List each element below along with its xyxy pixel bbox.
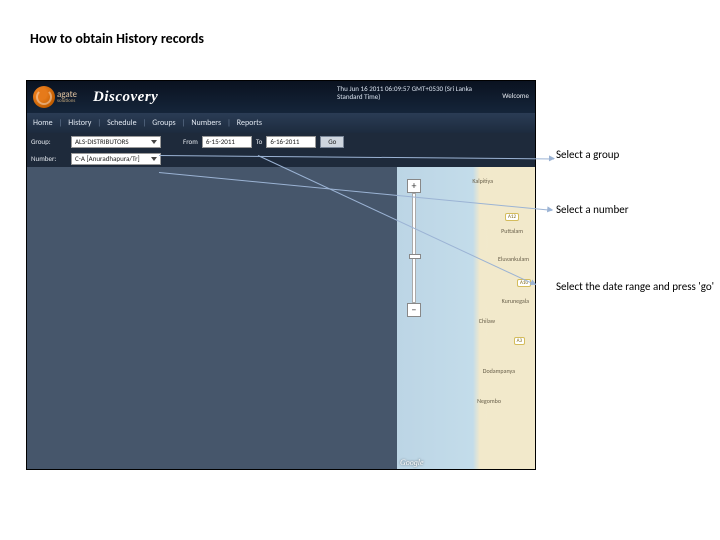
group-select-value: ALS-DISTRIBUTORS: [75, 137, 129, 146]
nav-history[interactable]: History: [68, 118, 91, 128]
header-timestamp: Thu Jun 16 2011 06:09:57 GMT+0530 (Sri L…: [337, 85, 487, 102]
nav-groups[interactable]: Groups: [152, 118, 175, 128]
from-date-input[interactable]: 6-15-2011: [202, 136, 252, 148]
number-select-value: C-A [Anuradhapura/Tr]: [75, 154, 140, 163]
to-label: To: [256, 137, 262, 146]
group-select[interactable]: ALS-DISTRIBUTORS: [71, 136, 161, 148]
map-place: Chilaw: [479, 317, 495, 325]
nav-reports[interactable]: Reports: [237, 118, 262, 128]
zoom-out-button[interactable]: −: [407, 303, 421, 317]
map[interactable]: + − Kalpitiya Puttalam Eluvankulam Chila…: [397, 167, 535, 469]
annotation-daterange: Select the date range and press 'go': [556, 280, 714, 294]
sep: |: [97, 118, 101, 128]
nav-home[interactable]: Home: [33, 118, 53, 128]
sep: |: [227, 118, 231, 128]
map-attribution: Google: [400, 458, 424, 467]
zoom-in-button[interactable]: +: [407, 179, 421, 193]
logo-textwrap: agate solutions: [57, 90, 77, 104]
nav-numbers[interactable]: Numbers: [191, 118, 221, 128]
map-place: Puttalam: [501, 227, 523, 235]
app-screenshot-frame: agate solutions Discovery Thu Jun 16 201…: [26, 80, 536, 470]
map-zoom-control: + −: [407, 179, 421, 317]
filter-row-1: Group: ALS-DISTRIBUTORS From 6-15-2011 T…: [27, 133, 535, 150]
chevron-down-icon: [151, 157, 157, 161]
map-road-tag: A3: [514, 337, 525, 345]
sep: |: [143, 118, 147, 128]
group-label: Group:: [31, 137, 67, 146]
app-header: agate solutions Discovery Thu Jun 16 201…: [27, 81, 535, 113]
content-area: + − Kalpitiya Puttalam Eluvankulam Chila…: [27, 167, 535, 469]
annotation-number: Select a number: [556, 203, 629, 217]
brand-label: Discovery: [93, 89, 158, 106]
page-title: How to obtain History records: [30, 30, 204, 47]
nav-schedule[interactable]: Schedule: [107, 118, 136, 128]
annotation-group: Select a group: [556, 148, 619, 162]
welcome-label: Welcome: [502, 91, 529, 100]
map-place: Dodampanya: [483, 367, 515, 375]
chevron-down-icon: [151, 140, 157, 144]
logo-icon: [33, 86, 55, 108]
logo-sub: solutions: [57, 99, 77, 104]
to-date-value: 6-16-2011: [270, 137, 299, 146]
map-place: Kalpitiya: [472, 177, 493, 185]
go-button[interactable]: Go: [320, 136, 344, 148]
zoom-slider[interactable]: [412, 193, 416, 303]
number-label: Number:: [31, 154, 67, 163]
nav-bar: Home | History | Schedule | Groups | Numbers…: [27, 113, 535, 133]
results-panel: [27, 167, 397, 469]
map-place: Kurunegala: [502, 297, 529, 305]
sep: |: [182, 118, 186, 128]
logo: agate solutions: [33, 86, 77, 108]
map-place: Eluvankulam: [498, 255, 529, 263]
map-place: Negombo: [477, 397, 501, 405]
map-road-tag: A12: [505, 213, 519, 221]
from-date-value: 6-15-2011: [206, 137, 235, 146]
to-date-input[interactable]: 6-16-2011: [266, 136, 316, 148]
zoom-handle[interactable]: [409, 254, 421, 259]
sep: |: [59, 118, 63, 128]
number-select[interactable]: C-A [Anuradhapura/Tr]: [71, 153, 161, 165]
from-label: From: [183, 137, 198, 146]
